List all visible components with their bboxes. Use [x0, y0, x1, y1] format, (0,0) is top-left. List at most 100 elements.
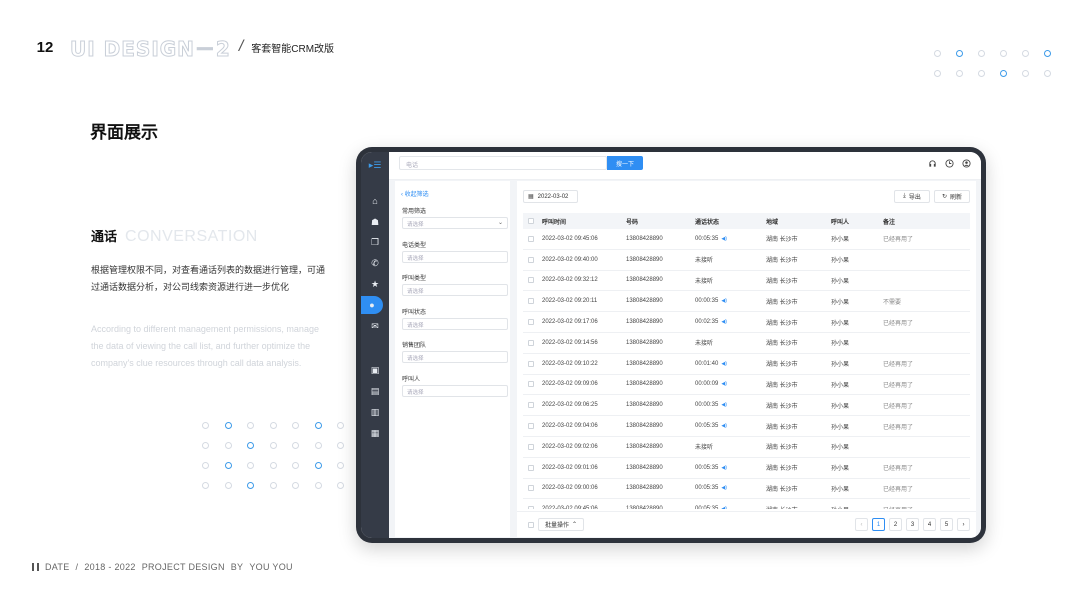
col-status[interactable]: 通话状态 — [695, 213, 719, 229]
sidebar-item-briefcase[interactable]: ▣ — [361, 361, 389, 379]
cell-region-text: 湖南 长沙市 — [766, 466, 798, 473]
volume-icon[interactable]: ◀) — [721, 236, 727, 242]
row-checkbox[interactable] — [528, 381, 534, 388]
cell-region-text: 湖南 长沙市 — [766, 424, 798, 431]
search-input[interactable]: 电话 — [399, 156, 607, 170]
user-icon[interactable] — [962, 159, 971, 168]
volume-icon[interactable]: ◀) — [721, 402, 727, 408]
calendar-icon: ▦ — [528, 194, 534, 200]
table-row[interactable]: 2022-03-02 09:04:06 13808428890 00:05:35 ◀)… — [523, 416, 970, 437]
cell-region: 湖南 长沙市 — [766, 375, 798, 395]
clock-icon[interactable] — [945, 159, 954, 168]
row-checkbox[interactable] — [528, 360, 534, 367]
page-button-1[interactable]: 1 — [872, 518, 885, 531]
table-footer: 批量操作 ⌃ ‹ 1 2 3 4 5 › — [517, 511, 976, 537]
table-row[interactable]: 2022-03-02 09:45:06 13808428890 00:05:35◀)… — [523, 499, 970, 509]
row-checkbox[interactable] — [528, 402, 534, 409]
row-checkbox[interactable] — [528, 464, 534, 471]
filter-select[interactable]: 请选择 — [402, 284, 508, 296]
row-checkbox[interactable] — [528, 443, 534, 450]
cell-status: 00:00:35 ◀) — [695, 291, 727, 311]
next-page-button[interactable]: › — [957, 518, 970, 531]
sidebar-item-phone[interactable]: ✆ — [361, 254, 389, 272]
volume-icon[interactable]: ◀) — [721, 465, 727, 471]
table-row[interactable]: 2022-03-02 09:17:06 13808428890 00:02:35 ◀)… — [523, 312, 970, 333]
cell-caller-text: 孙小果 — [831, 505, 849, 509]
sidebar-item-chat[interactable]: ● — [361, 296, 383, 314]
sidebar-item-home[interactable]: ⌂ — [361, 192, 389, 210]
filter-select[interactable]: 请选择 ⌄ — [402, 217, 508, 229]
cell-time: 2022-03-02 09:00:06 — [542, 479, 598, 499]
batch-checkbox[interactable] — [528, 521, 534, 528]
table-row[interactable]: 2022-03-02 09:20:11 13808428890 00:00:35 ◀)… — [523, 291, 970, 313]
table-row[interactable]: 2022-03-02 09:01:06 13808428890 00:05:35 ◀)… — [523, 458, 970, 479]
row-checkbox[interactable] — [528, 277, 534, 284]
cell-region-text: 湖南 长沙市 — [766, 486, 798, 493]
table-row[interactable]: 2022-03-02 09:14:56 13808428890 未接听 湖南 长沙市 孙… — [523, 333, 970, 354]
chevron-down-icon: ⌄ — [497, 220, 503, 226]
sidebar-item-bar-chart[interactable]: ▥ — [361, 403, 389, 421]
collapse-filter-button[interactable]: ‹ 收起筛选 — [401, 189, 429, 198]
col-region[interactable]: 地域 — [766, 213, 778, 229]
table-row[interactable]: 2022-03-02 09:32:12 13808428890 未接听 湖南 长沙市 孙… — [523, 271, 970, 292]
date-filter[interactable]: ▦ 2022-03-02 — [523, 190, 578, 203]
volume-icon[interactable]: ◀) — [721, 485, 727, 491]
table-row[interactable]: 2022-03-02 09:45:06 13808428890 00:05:35◀)… — [523, 229, 970, 250]
prev-page-button[interactable]: ‹ — [855, 518, 868, 531]
export-button[interactable]: ⤓ 导出 — [894, 190, 930, 203]
table-row[interactable]: 2022-03-02 09:09:06 13808428890 00:00:09 ◀)… — [523, 375, 970, 396]
row-checkbox[interactable] — [528, 506, 534, 509]
volume-icon[interactable]: ◀) — [721, 506, 727, 509]
row-checkbox[interactable] — [528, 339, 534, 346]
refresh-button[interactable]: ↻ 刷新 — [934, 190, 970, 203]
row-checkbox[interactable] — [528, 423, 534, 430]
row-checkbox[interactable] — [528, 256, 534, 263]
row-checkbox[interactable] — [528, 485, 534, 492]
sidebar-item-users[interactable]: ☗ — [361, 213, 389, 231]
cell-caller: 孙小果 — [831, 354, 849, 374]
volume-icon[interactable]: ◀) — [721, 423, 727, 429]
menu-toggle-icon[interactable]: ▸☰ — [366, 160, 384, 172]
sidebar-item-star[interactable]: ★ — [361, 275, 389, 293]
col-caller[interactable]: 呼叫人 — [831, 213, 849, 229]
cell-region-text: 湖南 长沙市 — [766, 258, 798, 265]
description-en: According to different management permis… — [91, 324, 319, 368]
footer-author: YOU YOU — [249, 562, 293, 572]
filter-select[interactable]: 请选择 — [402, 317, 508, 330]
sidebar-item-calendar[interactable]: ▦ — [361, 424, 389, 442]
volume-icon[interactable]: ◀) — [721, 381, 727, 387]
headset-icon[interactable] — [928, 159, 937, 168]
filter-select[interactable]: 请选择 — [402, 250, 508, 263]
page-button-2[interactable]: 2 — [889, 518, 902, 531]
row-checkbox[interactable] — [528, 298, 534, 305]
cell-time: 2022-03-02 09:01:06 — [542, 458, 598, 478]
select-all-checkbox[interactable] — [528, 218, 534, 224]
row-checkbox[interactable] — [528, 319, 534, 326]
page-button-3[interactable]: 3 — [906, 518, 919, 531]
volume-icon[interactable]: ◀) — [721, 319, 727, 325]
page-button-5[interactable]: 5 — [940, 518, 953, 531]
sidebar-item-mail[interactable]: ✉ — [361, 317, 389, 335]
date-filter-value: 2022-03-02 — [537, 193, 569, 200]
batch-action-button[interactable]: 批量操作 ⌃ — [538, 518, 584, 531]
table-row[interactable]: 2022-03-02 09:02:06 13808428890 未接听 湖南 长沙市 孙… — [523, 437, 970, 458]
col-time[interactable]: 呼叫时间 — [542, 213, 566, 229]
table-row[interactable]: 2022-03-02 09:06:25 13808428890 00:00:35 ◀)… — [523, 395, 970, 417]
volume-icon[interactable]: ◀) — [721, 298, 727, 304]
filter-select[interactable]: 请选择 — [402, 351, 508, 363]
volume-icon[interactable]: ◀) — [721, 361, 727, 367]
row-checkbox[interactable] — [528, 235, 534, 242]
table-row[interactable]: 2022-03-02 09:40:00 13808428890 未接听 湖南 长沙市 孙… — [523, 250, 970, 271]
sidebar-item-clipboard[interactable]: ▤ — [361, 382, 389, 400]
col-number[interactable]: 号码 — [626, 213, 638, 229]
filter-select[interactable]: 请选择 — [402, 384, 508, 397]
cell-caller-text: 孙小果 — [831, 486, 850, 493]
sidebar-item-copy[interactable]: ❐ — [361, 233, 389, 251]
table-row[interactable]: 2022-03-02 09:10:22 13808428890 00:01:40 ◀)… — [523, 354, 970, 375]
cell-caller: 孙小果 — [831, 250, 849, 270]
phone-icon: ✆ — [371, 257, 379, 268]
search-button[interactable]: 搜一下 — [607, 156, 643, 170]
col-note[interactable]: 备注 — [883, 213, 895, 229]
table-row[interactable]: 2022-03-02 09:00:06 13808428890 00:05:35 ◀)… — [523, 479, 970, 500]
page-button-4[interactable]: 4 — [923, 518, 936, 531]
